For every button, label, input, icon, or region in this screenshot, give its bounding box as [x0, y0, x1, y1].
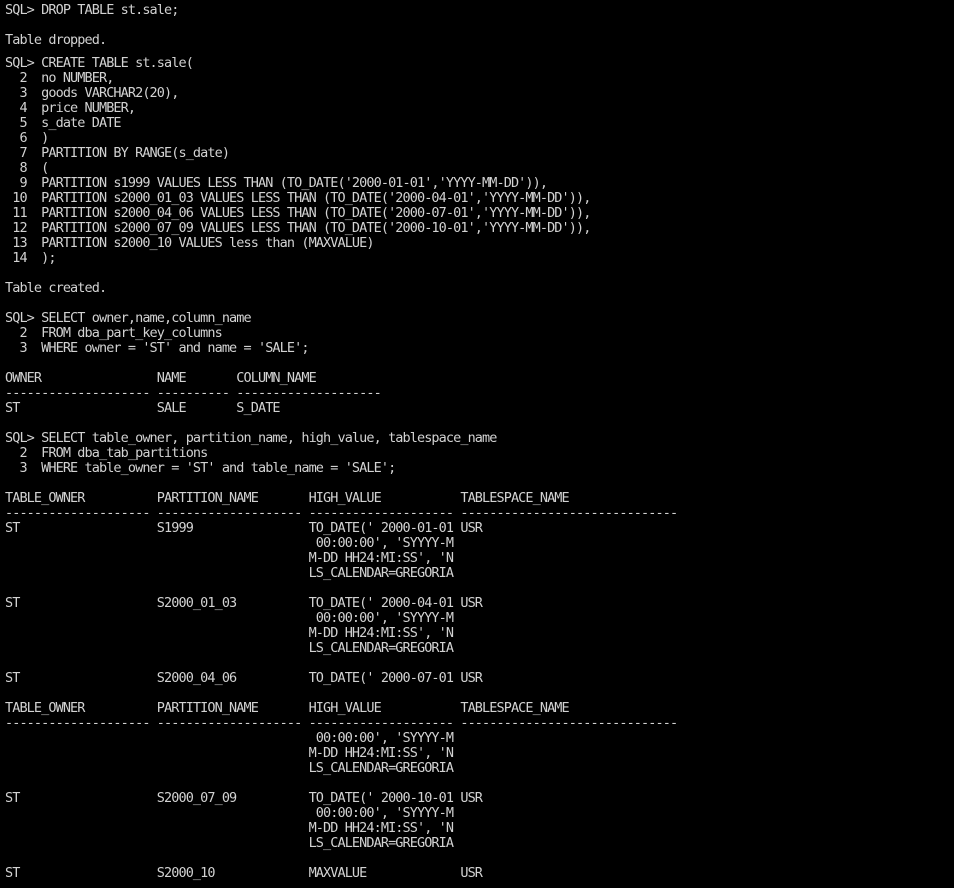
terminal-line: M-DD HH24:MI:SS', 'N: [5, 819, 454, 836]
terminal-line: 00:00:00', 'SYYYY-M: [5, 609, 454, 626]
terminal-line: ST S1999 TO_DATE(' 2000-01-01 USR: [5, 519, 483, 536]
terminal-line: LS_CALENDAR=GREGORIA: [5, 564, 454, 581]
terminal-line: 2 FROM dba_part_key_columns: [5, 324, 222, 341]
terminal-line: M-DD HH24:MI:SS', 'N: [5, 549, 454, 566]
terminal-line: 6 ): [5, 129, 49, 146]
terminal-line: Table dropped.: [5, 32, 107, 48]
terminal-line: SQL> DROP TABLE st.sale;: [5, 3, 179, 18]
terminal-line: ST S2000_04_06 TO_DATE(' 2000-07-01 USR: [5, 669, 483, 686]
terminal-line: 00:00:00', 'SYYYY-M: [5, 804, 454, 821]
terminal-line: Table created.: [5, 279, 107, 296]
terminal-line: 3 goods VARCHAR2(20),: [5, 84, 179, 101]
terminal-line: 4 price NUMBER,: [5, 99, 136, 116]
terminal-line: 10 PARTITION s2000_01_03 VALUES LESS THA…: [5, 189, 591, 206]
terminal-line: TABLE_OWNER PARTITION_NAME HIGH_VALUE TA…: [5, 489, 570, 506]
terminal-line: -------------------- -------------------…: [5, 504, 678, 521]
terminal-line: 13 PARTITION s2000_10 VALUES less than (…: [5, 234, 374, 251]
terminal-line: 12 PARTITION s2000_07_09 VALUES LESS THA…: [5, 219, 591, 236]
terminal-line: LS_CALENDAR=GREGORIA: [5, 834, 454, 851]
terminal-line: -------------------- -------------------…: [5, 714, 678, 731]
terminal-line: M-DD HH24:MI:SS', 'N: [5, 744, 454, 761]
terminal-line: 2 no NUMBER,: [5, 69, 114, 86]
terminal-line: ST SALE S_DATE: [5, 399, 281, 416]
terminal-line: M-DD HH24:MI:SS', 'N: [5, 624, 454, 641]
terminal-line: ST S2000_01_03 TO_DATE(' 2000-04-01 USR: [5, 594, 483, 611]
terminal-line: ST S2000_07_09 TO_DATE(' 2000-10-01 USR: [5, 789, 483, 806]
terminal-line: 3 WHERE owner = 'ST' and name = 'SALE';: [5, 339, 309, 356]
terminal-line: 00:00:00', 'SYYYY-M: [5, 729, 454, 746]
terminal-line: 2 FROM dba_tab_partitions: [5, 444, 208, 461]
terminal-line: LS_CALENDAR=GREGORIA: [5, 639, 454, 656]
terminal-line: 3 WHERE table_owner = 'ST' and table_nam…: [5, 459, 396, 476]
terminal-output[interactable]: SQL> DROP TABLE st.sale; Table dropped. SQ…: [5, 3, 951, 885]
terminal-line: 00:00:00', 'SYYYY-M: [5, 534, 454, 551]
terminal-line: OWNER NAME COLUMN_NAME: [5, 369, 317, 386]
terminal-line: 7 PARTITION BY RANGE(s_date): [5, 144, 230, 161]
terminal-line: 11 PARTITION s2000_04_06 VALUES LESS THA…: [5, 204, 591, 221]
terminal-line: ST S2000_10 MAXVALUE USR: [5, 864, 483, 881]
terminal-line: 8 (: [5, 159, 49, 176]
terminal-line: SQL> CREATE TABLE st.sale(: [5, 54, 194, 71]
terminal-line: LS_CALENDAR=GREGORIA: [5, 759, 454, 776]
terminal-line: TABLE_OWNER PARTITION_NAME HIGH_VALUE TA…: [5, 699, 570, 716]
terminal-line: 14 );: [5, 249, 56, 266]
terminal-line: SQL> SELECT table_owner, partition_name,…: [5, 429, 497, 446]
terminal-line: 9 PARTITION s1999 VALUES LESS THAN (TO_D…: [5, 174, 548, 191]
terminal-line: SQL> SELECT owner,name,column_name: [5, 309, 252, 326]
terminal-line: 5 s_date DATE: [5, 114, 121, 131]
terminal-line: -------------------- ---------- --------…: [5, 384, 382, 401]
